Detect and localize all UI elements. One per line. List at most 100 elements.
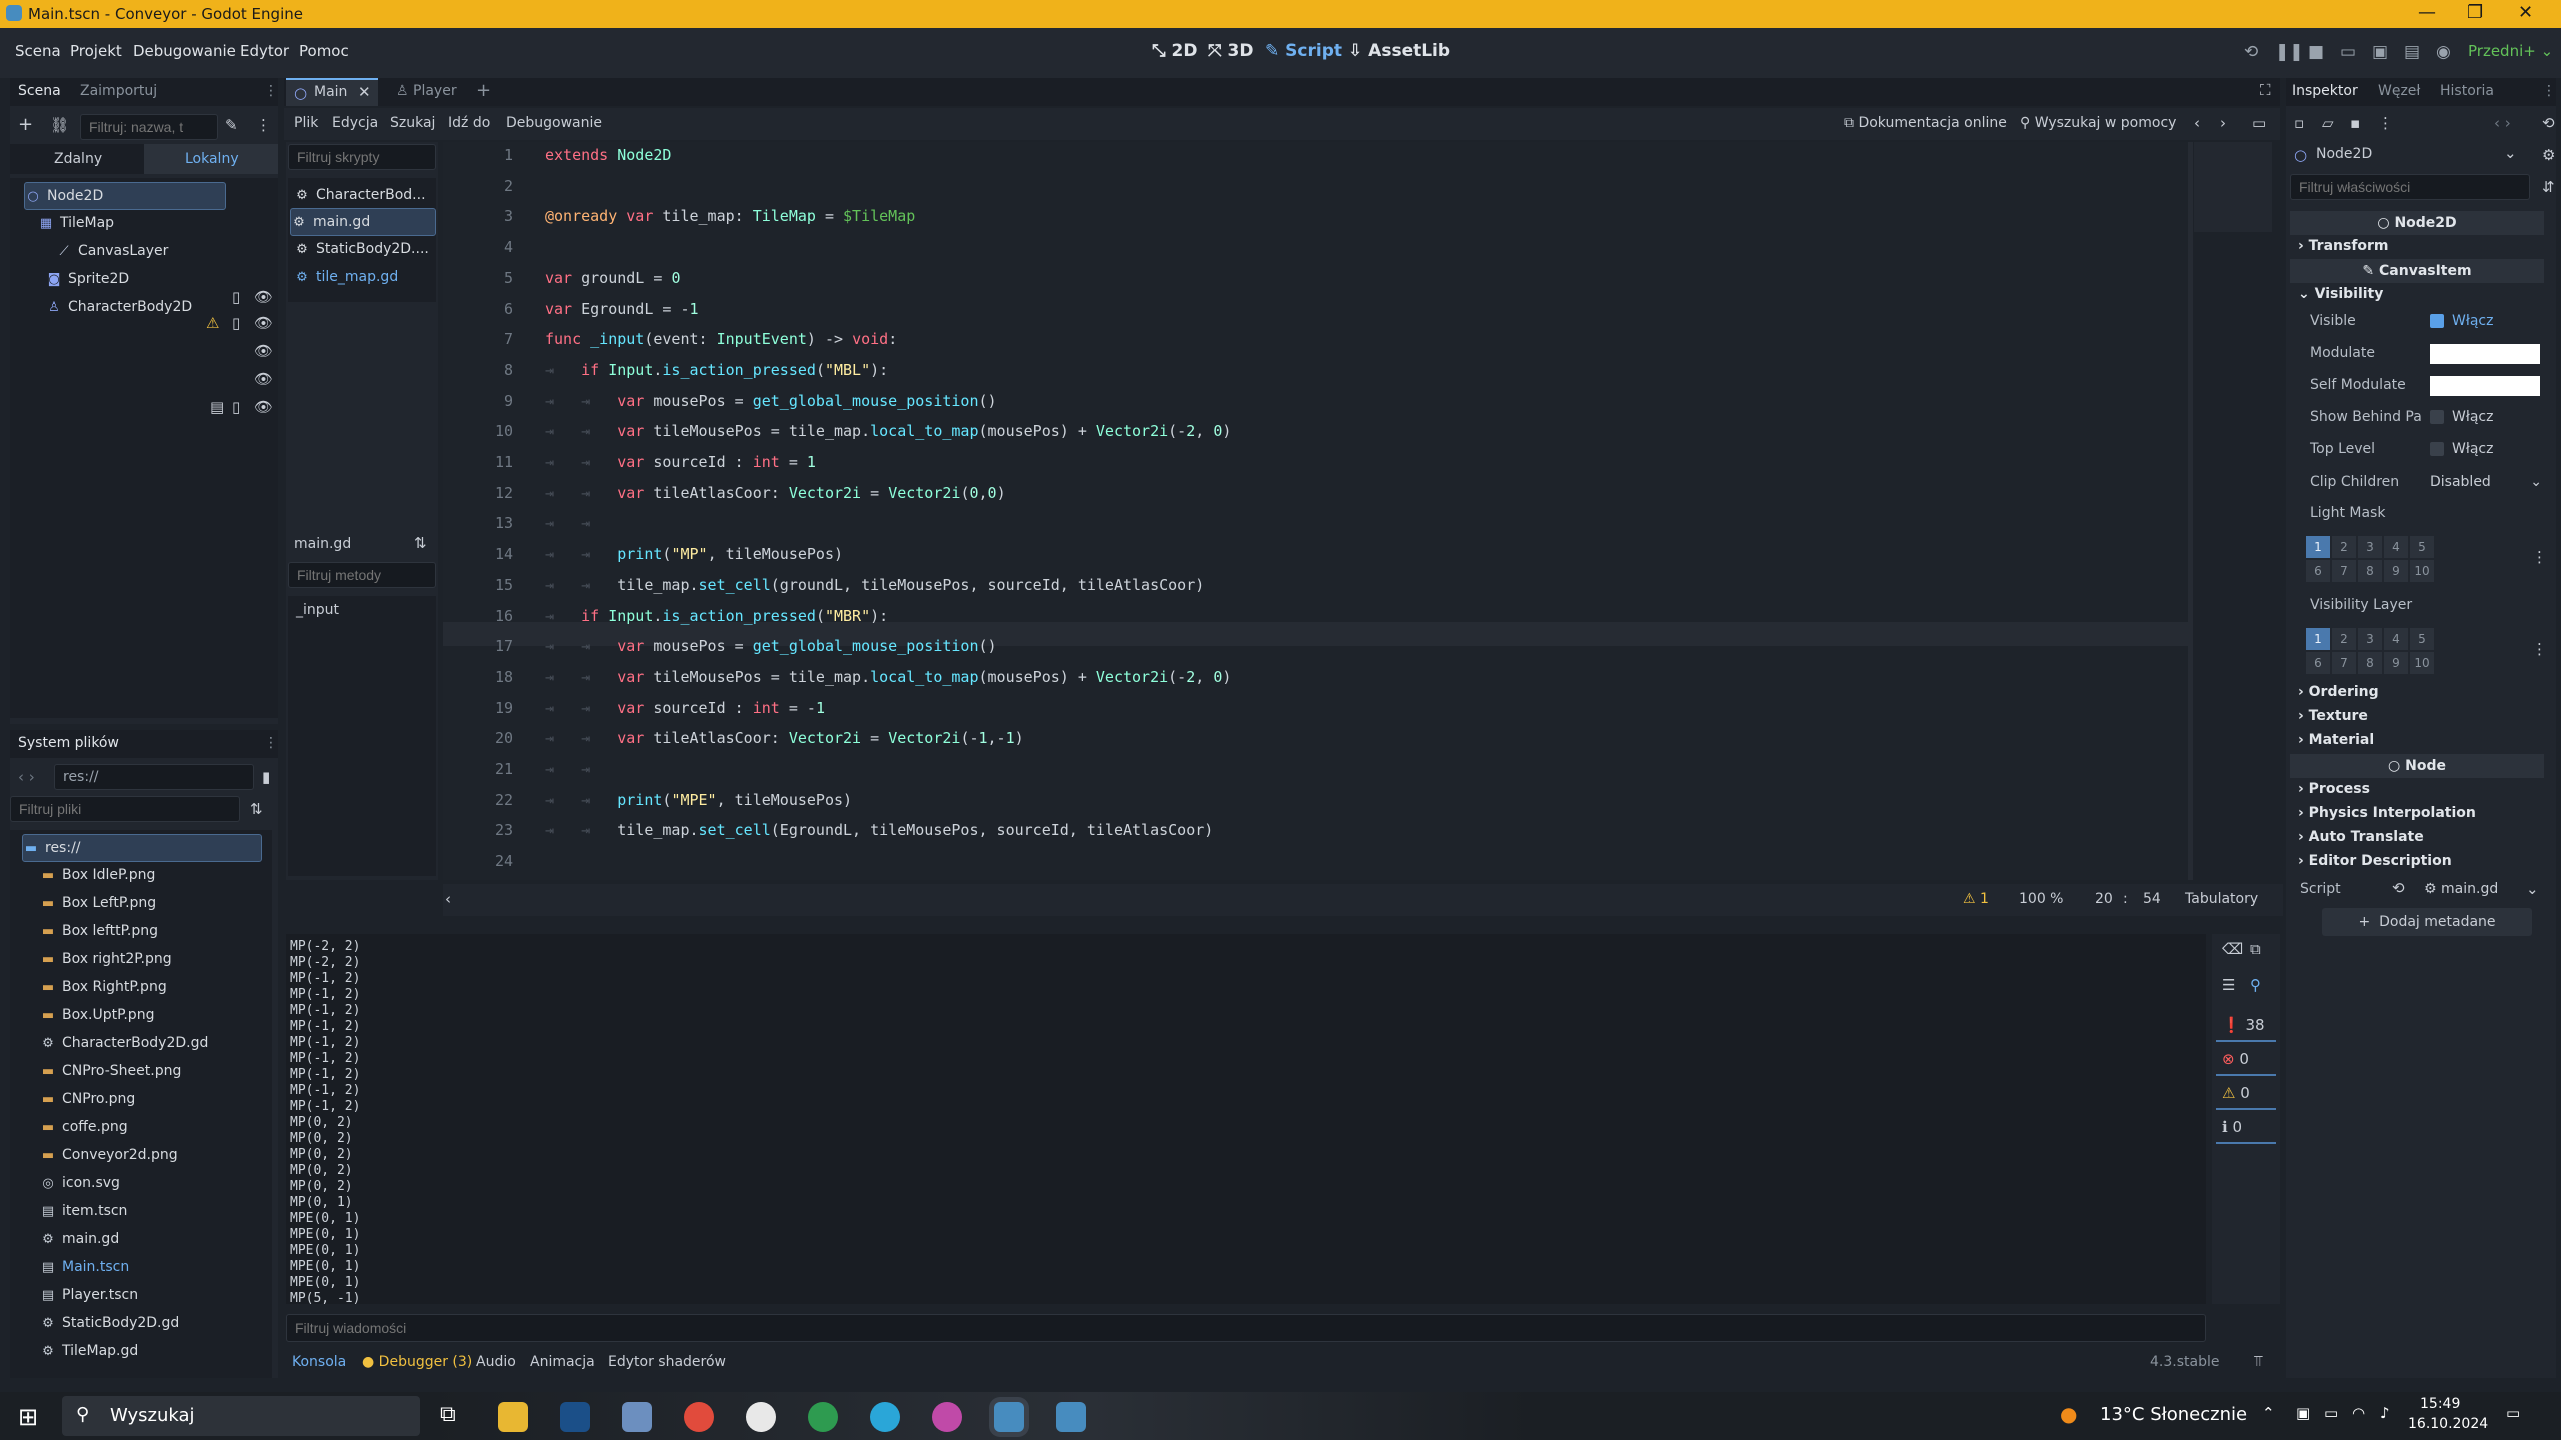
new-resource-icon[interactable]: ▫	[2294, 114, 2304, 132]
chrome-profile-icon[interactable]	[808, 1402, 838, 1432]
layout-toggle-icon[interactable]: ▮	[262, 768, 270, 786]
add-node-icon[interactable]: +	[18, 114, 33, 135]
tree-node-sprite2d[interactable]: ◙ Sprite2D	[46, 266, 216, 292]
output-log[interactable]: MP(-2, 2) MP(-2, 2) MP(-1, 2) MP(-1, 2) MP(-…	[286, 934, 2206, 1304]
method-filter-input[interactable]	[288, 562, 436, 588]
layer-bit[interactable]: 10	[2410, 652, 2434, 674]
clear-script-icon[interactable]: ⟲	[2392, 879, 2405, 897]
folder-res[interactable]: ▬ res://	[22, 834, 262, 862]
code-line[interactable]: ⇥ ⇥ var sourceId : int = -1	[545, 699, 825, 717]
dock-menu-icon[interactable]: ⋮	[264, 735, 278, 751]
code-line[interactable]: ⇥ if Input.is_action_pressed("MBL"):	[545, 361, 888, 379]
code-editor[interactable]: 1 extends Node2D 2 3 @onready var tile_map: …	[443, 142, 2193, 880]
sort-icon[interactable]: ⇅	[250, 800, 263, 818]
prev-script-icon[interactable]: ‹	[2194, 114, 2200, 132]
visibility-eye-icon[interactable]: 👁	[254, 342, 273, 360]
code-minimap[interactable]	[2194, 142, 2272, 232]
tray-app-icon[interactable]: ▣	[2296, 1404, 2310, 1422]
layer-bit[interactable]: 6	[2306, 652, 2330, 674]
light-mask-grid[interactable]: 1 2 3 4 5 6 7 8 9 10	[2306, 536, 2434, 582]
tab-main[interactable]: ○ Main ✕	[286, 78, 378, 106]
edge-icon[interactable]	[870, 1402, 900, 1432]
weather-label[interactable]: 13°C Słonecznie	[2100, 1404, 2247, 1425]
layer-bit[interactable]: 7	[2332, 560, 2356, 582]
light-mask-menu-icon[interactable]: ⋮	[2532, 548, 2547, 566]
layer-bit[interactable]: 9	[2384, 652, 2408, 674]
movie-icon[interactable]: ◉	[2436, 42, 2451, 62]
file-item[interactable]: ⚙ TileMap.gd	[40, 1338, 260, 1364]
scene-instance-icon[interactable]: ▤	[210, 398, 224, 416]
tray-chevron-icon[interactable]: ⌃	[2262, 1404, 2275, 1422]
code-line[interactable]: ⇥ ⇥ print("MP", tileMousePos)	[545, 545, 843, 563]
renderer-dropdown[interactable]: Przedni+ ⌄	[2468, 42, 2553, 60]
layer-bit[interactable]: 5	[2410, 536, 2434, 558]
file-explorer-icon[interactable]	[498, 1402, 528, 1432]
collapse-icon[interactable]: ☰	[2222, 976, 2235, 994]
layer-bit[interactable]: 8	[2358, 560, 2382, 582]
layer-bit[interactable]: 4	[2384, 628, 2408, 650]
messenger-icon[interactable]	[932, 1402, 962, 1432]
indent-mode[interactable]: Tabulatory	[2185, 891, 2258, 907]
copy-output-icon[interactable]: ⧉	[2250, 940, 2261, 958]
tab-scena[interactable]: Scena	[18, 83, 61, 99]
output-filter-input[interactable]	[286, 1314, 2206, 1342]
code-line[interactable]: ⇥ ⇥ var mousePos = get_global_mouse_posi…	[545, 392, 997, 410]
dock-menu-icon[interactable]: ⋮	[264, 83, 278, 99]
link-icon[interactable]: ⛓	[50, 116, 69, 134]
tree-node-characterbody2d[interactable]: ♙ CharacterBody2D	[46, 294, 216, 320]
tab-zaimportuj[interactable]: Zaimportuj	[80, 83, 157, 99]
tree-node-tilemap[interactable]: ▦ TileMap	[38, 210, 228, 236]
tab-wezel[interactable]: Węzeł	[2378, 83, 2420, 99]
menu-scena[interactable]: Scena	[15, 42, 61, 60]
section-material[interactable]: › Material	[2298, 732, 2374, 748]
code-line[interactable]: ⇥ ⇥ var tileMousePos = tile_map.local_to…	[545, 422, 1231, 440]
clock-app-icon[interactable]	[746, 1402, 776, 1432]
layer-bit[interactable]: 3	[2358, 628, 2382, 650]
file-item[interactable]: ▤ Player.tscn	[40, 1282, 260, 1308]
layer-bit[interactable]: 10	[2410, 560, 2434, 582]
file-item[interactable]: ⚙ StaticBody2D.gd	[40, 1310, 260, 1336]
add-metadata-button[interactable]: + Dodaj metadane	[2322, 908, 2532, 936]
menu-debugowanie[interactable]: Debugowanie	[133, 42, 236, 60]
layer-bit[interactable]: 4	[2384, 536, 2408, 558]
sort-methods-icon[interactable]: ⇅	[414, 534, 427, 552]
tab-edytor-shaderow[interactable]: Edytor shaderów	[608, 1354, 726, 1370]
section-texture[interactable]: › Texture	[2298, 708, 2368, 724]
search-help-button[interactable]: ⚲ Wyszukaj w pomocy	[2020, 115, 2176, 131]
file-item[interactable]: ▬ Box RightP.png	[40, 974, 260, 1000]
file-item[interactable]: ▬ Box LeftP.png	[40, 890, 260, 916]
editor-scrollbar[interactable]	[2188, 142, 2193, 880]
file-item[interactable]: ▬ coffe.png	[40, 1114, 260, 1140]
code-line[interactable]: ⇥ ⇥ var tileAtlasCoor: Vector2i = Vector…	[545, 729, 1024, 747]
remote-debug-icon[interactable]: ▭	[2340, 42, 2356, 62]
filter-errors-button[interactable]: ⊗ 0	[2216, 1050, 2276, 1076]
code-line[interactable]: ⇥ ⇥ var sourceId : int = 1	[545, 453, 816, 471]
layer-bit[interactable]: 3	[2358, 536, 2382, 558]
chrome-icon[interactable]	[684, 1402, 714, 1432]
inspected-node-selector[interactable]: ○ Node2D ⌄	[2290, 142, 2524, 168]
code-line[interactable]: ⇥ if Input.is_action_pressed("MBR"):	[545, 607, 888, 625]
chevron-down-icon[interactable]: ⌄	[2526, 880, 2539, 898]
volume-icon[interactable]: ♪	[2380, 1404, 2390, 1422]
file-item[interactable]: ◎ icon.svg	[40, 1170, 260, 1196]
next-script-icon[interactable]: ›	[2220, 114, 2226, 132]
save-resource-icon[interactable]: ▪	[2350, 114, 2360, 132]
script-menu-debugowanie[interactable]: Debugowanie	[506, 115, 602, 131]
script-item[interactable]: ⚙ CharacterBod...	[294, 182, 434, 208]
close-button[interactable]: ✕	[2518, 2, 2533, 23]
pause-icon[interactable]: ❚❚	[2275, 42, 2304, 62]
layer-bit[interactable]: 5	[2410, 628, 2434, 650]
filter-messages-button[interactable]: ❗ 38	[2216, 1016, 2276, 1042]
visibility-eye-icon[interactable]: 👁	[254, 398, 273, 416]
close-tab-icon[interactable]: ✕	[358, 83, 371, 101]
stop-icon[interactable]: ■	[2308, 42, 2324, 62]
code-line[interactable]: ⇥ ⇥ var tileMousePos = tile_map.local_to…	[545, 668, 1231, 686]
menu-pomoc[interactable]: Pomoc	[299, 42, 349, 60]
minimize-button[interactable]: —	[2418, 2, 2436, 23]
script-filter-input[interactable]	[288, 144, 436, 170]
self-modulate-color-swatch[interactable]	[2430, 376, 2540, 396]
layer-bit[interactable]: 9	[2384, 560, 2408, 582]
tab-audio[interactable]: Audio	[476, 1354, 516, 1370]
layer-bit[interactable]: 6	[2306, 560, 2330, 582]
file-filter-input[interactable]	[10, 796, 240, 822]
